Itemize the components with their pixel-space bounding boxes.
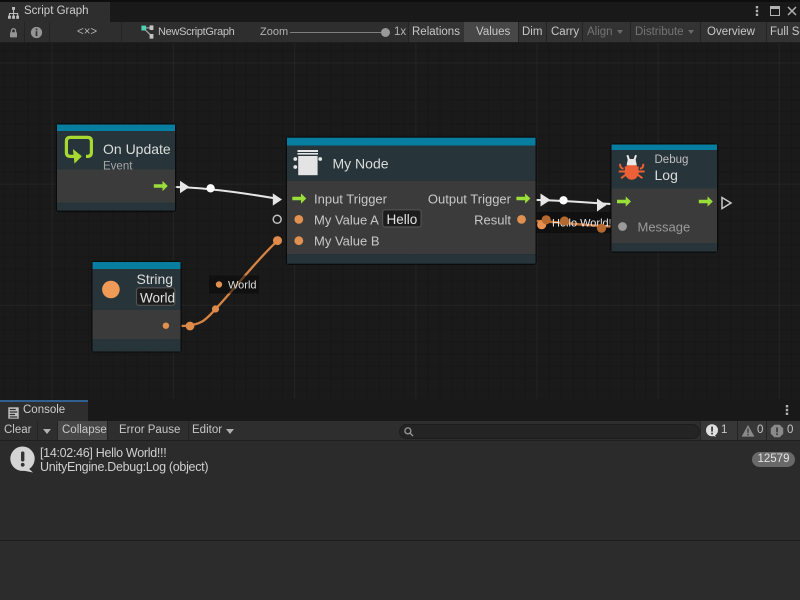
- svg-text:World: World: [140, 290, 175, 305]
- svg-text:On Update: On Update: [103, 141, 171, 157]
- svg-text:World: World: [228, 280, 257, 292]
- svg-text:Debug: Debug: [655, 154, 689, 166]
- svg-text:Event: Event: [103, 161, 133, 173]
- svg-text:Input Trigger: Input Trigger: [314, 192, 388, 207]
- svg-text:Output Trigger: Output Trigger: [428, 192, 512, 207]
- svg-text:Message: Message: [638, 220, 691, 235]
- svg-text:String: String: [137, 271, 174, 287]
- svg-text:My Value B: My Value B: [314, 234, 380, 249]
- svg-text:Log: Log: [655, 167, 678, 183]
- svg-text:My Node: My Node: [333, 156, 389, 172]
- svg-text:Result: Result: [474, 212, 511, 227]
- svg-text:My Value A: My Value A: [314, 212, 379, 227]
- svg-text:Hello: Hello: [387, 212, 418, 227]
